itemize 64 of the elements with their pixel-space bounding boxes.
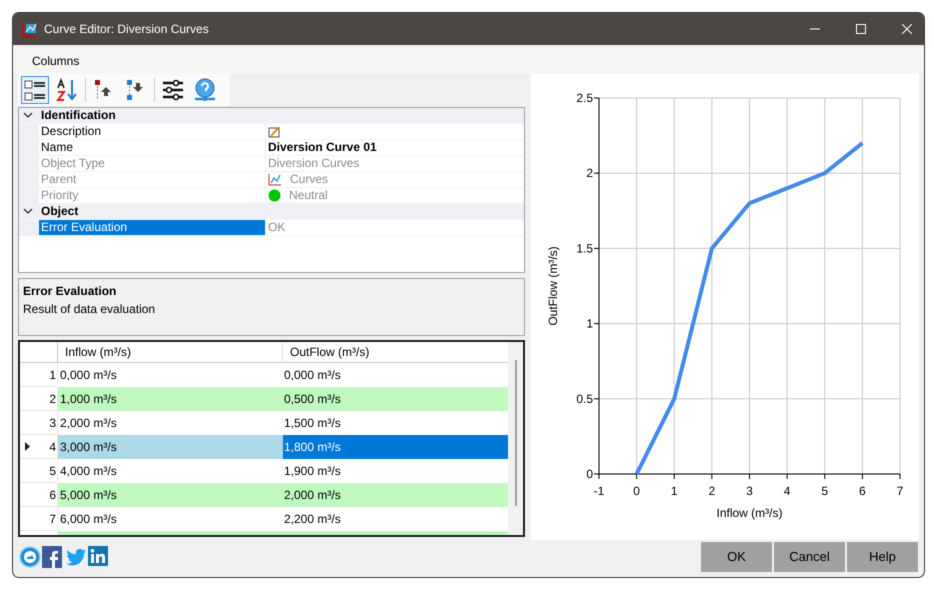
y-tick-label: 1 bbox=[586, 316, 593, 331]
close-icon[interactable] bbox=[902, 24, 912, 34]
property-name[interactable]: Name bbox=[39, 140, 266, 156]
chevron-icon[interactable] bbox=[23, 207, 33, 216]
app-icon bbox=[22, 21, 38, 37]
help-icon bbox=[193, 78, 217, 102]
row-number[interactable]: 1 bbox=[49, 366, 57, 384]
dialog-button[interactable]: OK bbox=[701, 542, 772, 572]
table-cell[interactable]: 1,800 m³/s bbox=[283, 435, 508, 460]
window-title: Curve Editor: Diversion Curves bbox=[44, 21, 209, 38]
description-title: Error Evaluation bbox=[23, 282, 118, 300]
menu-item[interactable]: Columns bbox=[26, 52, 86, 70]
settings-icon bbox=[161, 78, 185, 102]
x-tick-label: 2 bbox=[708, 484, 716, 498]
y-tick-label: 2 bbox=[586, 166, 593, 180]
property-value: OK bbox=[268, 219, 286, 236]
row-number[interactable]: 7 bbox=[49, 510, 57, 528]
toolbar-button[interactable] bbox=[21, 76, 49, 104]
x-tick-label: 3 bbox=[746, 484, 753, 498]
x-axis-title: Inflow (m³/s) bbox=[716, 506, 782, 520]
edit-icon[interactable] bbox=[268, 124, 280, 138]
x-tick-label: 5 bbox=[821, 484, 828, 498]
dialog-button[interactable]: Cancel bbox=[774, 542, 845, 572]
row-number[interactable]: 6 bbox=[49, 486, 57, 504]
property-value: Curves bbox=[290, 171, 328, 188]
description-text: Result of data evaluation bbox=[23, 300, 156, 318]
chevron-icon[interactable] bbox=[23, 111, 33, 120]
y-axis-title: OutFlow (m³/s) bbox=[546, 246, 560, 326]
x-tick-label: 1 bbox=[670, 484, 678, 498]
row-number[interactable]: 4 bbox=[49, 438, 57, 456]
list-icon bbox=[23, 78, 47, 102]
row-number[interactable]: 2 bbox=[49, 390, 57, 408]
x-tick-label: -1 bbox=[594, 484, 604, 498]
table-cell[interactable]: 0,500 m³/s bbox=[283, 387, 508, 412]
scrollbar[interactable] bbox=[508, 342, 523, 535]
maximize-icon[interactable] bbox=[856, 24, 866, 34]
property-value: Diversion Curve 01 bbox=[268, 139, 377, 156]
row-number[interactable]: 5 bbox=[49, 462, 57, 480]
y-tick-label: 2.5 bbox=[576, 91, 593, 105]
table-cell[interactable]: 2,000 m³/s bbox=[283, 483, 508, 508]
globe-icon[interactable] bbox=[19, 546, 41, 568]
property-name[interactable]: Description bbox=[39, 124, 266, 140]
property-value: Diversion Curves bbox=[268, 155, 360, 172]
x-tick-label: 4 bbox=[784, 484, 790, 498]
property-value: Neutral bbox=[289, 187, 328, 204]
y-tick-label: 1.5 bbox=[576, 241, 593, 256]
category-label: Identification bbox=[41, 107, 116, 124]
table-cell[interactable]: 3,000 m³/s bbox=[58, 435, 283, 460]
table-cell[interactable]: 5,000 m³/s bbox=[58, 483, 283, 508]
sort-icon bbox=[55, 78, 79, 102]
row-number[interactable]: 3 bbox=[49, 414, 57, 432]
y-tick-label: 0.5 bbox=[576, 392, 593, 406]
y-tick-label: 0 bbox=[586, 467, 593, 481]
column-header[interactable]: Inflow (m³/s) bbox=[58, 342, 283, 362]
linkedin-icon[interactable] bbox=[88, 546, 110, 568]
dialog-button[interactable]: Help bbox=[847, 542, 918, 572]
category-label: Object bbox=[41, 203, 78, 220]
table-cell[interactable]: 1,000 m³/s bbox=[58, 387, 283, 412]
facebook-icon[interactable] bbox=[42, 546, 64, 568]
column-header[interactable]: OutFlow (m³/s) bbox=[283, 342, 508, 362]
x-tick-label: 6 bbox=[859, 484, 866, 498]
x-tick-label: 0 bbox=[633, 484, 640, 498]
x-tick-label: 7 bbox=[896, 484, 904, 498]
chart-icon bbox=[268, 172, 282, 186]
